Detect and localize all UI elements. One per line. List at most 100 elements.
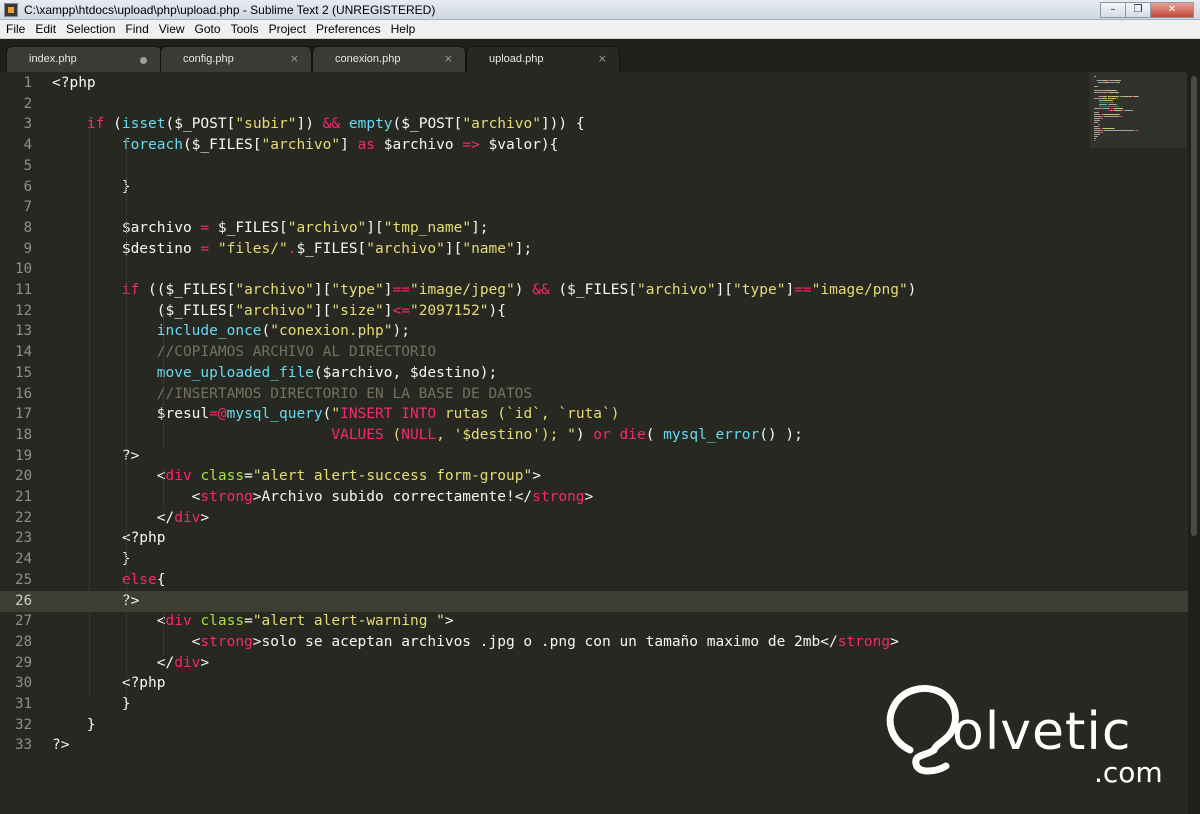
code-token: or bbox=[593, 426, 611, 443]
code-line: include_once("conexion.php"); bbox=[52, 321, 410, 342]
code-token: "image/png" bbox=[811, 282, 908, 298]
menu-tools[interactable]: Tools bbox=[226, 22, 264, 36]
code-token: ] bbox=[785, 282, 795, 298]
minimap-stroke bbox=[1094, 92, 1102, 93]
code-token: >solo se aceptan archivos .jpg o .png co… bbox=[252, 633, 838, 650]
close-button[interactable]: ✕ bbox=[1150, 2, 1194, 18]
code-token: " bbox=[331, 406, 341, 423]
code-token: ][ bbox=[313, 282, 332, 298]
code-token: <= bbox=[392, 302, 410, 319]
code-token: "2097152" bbox=[409, 302, 489, 319]
code-line: $destino = "files/".$_FILES["archivo"]["… bbox=[52, 239, 532, 260]
code-token: "size" bbox=[331, 302, 384, 319]
code-token: ( bbox=[383, 426, 402, 443]
menu-goto[interactable]: Goto bbox=[190, 22, 226, 36]
code-token: move_uploaded_file bbox=[156, 364, 314, 381]
line-number: 3 bbox=[23, 116, 32, 133]
code-line: <strong>Archivo subido correctamente!</s… bbox=[52, 487, 594, 508]
tab-close-icon[interactable]: × bbox=[290, 52, 299, 65]
window-titlebar[interactable]: C:\xampp\htdocs\upload\php\upload.php - … bbox=[0, 0, 1200, 20]
minimap-stroke bbox=[1116, 98, 1118, 99]
tab-conexion-php[interactable]: conexion.php × bbox=[312, 46, 466, 72]
tab-index-php[interactable]: index.php bbox=[6, 46, 162, 72]
minimap-stroke bbox=[1137, 130, 1139, 131]
code-token: "tmp_name" bbox=[383, 219, 472, 236]
code-token: < bbox=[52, 468, 166, 485]
code-token: ] bbox=[383, 302, 393, 319]
code-token: "alert alert-warning " bbox=[252, 613, 445, 630]
code-token: "archivo" bbox=[235, 302, 314, 319]
vertical-scrollbar[interactable] bbox=[1188, 72, 1200, 814]
minimap-stroke bbox=[1094, 116, 1102, 117]
code-token: </ bbox=[52, 509, 175, 526]
current-line-highlight bbox=[0, 590, 1188, 612]
minimap-stroke bbox=[1101, 132, 1103, 133]
minimize-button[interactable]: – bbox=[1100, 2, 1126, 18]
line-number-gutter[interactable]: 1 2 3 4 5 6 7 8 9 10 11 12 13 14 15 16 17 18 19 20 21 22 23 24 2… bbox=[0, 72, 40, 814]
code-token: > bbox=[532, 468, 541, 485]
code-token: <?php bbox=[52, 530, 166, 547]
code-token: "archivo" bbox=[287, 219, 367, 236]
menu-selection[interactable]: Selection bbox=[61, 22, 120, 36]
menu-edit[interactable]: Edit bbox=[30, 22, 61, 36]
code-token: mysql_error bbox=[663, 426, 760, 443]
tab-label: config.php bbox=[183, 53, 234, 65]
code-line: $resul=@mysql_query("INSERT INTO rutas (… bbox=[52, 404, 620, 425]
code-token: => bbox=[462, 137, 480, 154]
line-number: 1 bbox=[23, 75, 32, 91]
code-line: VALUES (NULL, '$destino'); ") or die( my… bbox=[52, 425, 803, 446]
code-token: ( bbox=[645, 426, 664, 443]
line-number: 13 bbox=[15, 323, 32, 340]
minimap-stroke bbox=[1115, 90, 1117, 91]
code-line: } bbox=[52, 694, 131, 715]
tab-close-icon[interactable]: × bbox=[598, 52, 607, 65]
minimap[interactable] bbox=[1090, 72, 1186, 148]
code-token: foreach bbox=[121, 137, 183, 154]
code-token: <?php bbox=[52, 75, 96, 91]
code-line: //INSERTAMOS DIRECTORIO EN LA BASE DE DA… bbox=[52, 384, 532, 405]
menu-preferences[interactable]: Preferences bbox=[311, 22, 386, 36]
line-number: 4 bbox=[23, 137, 32, 154]
tab-config-php[interactable]: config.php × bbox=[160, 46, 312, 72]
code-line: ($_FILES["archivo"]["size"]<="2097152"){ bbox=[52, 301, 506, 322]
line-number: 33 bbox=[15, 737, 32, 754]
tab-upload-php[interactable]: upload.php × bbox=[466, 46, 620, 72]
restore-button[interactable]: ❐ bbox=[1125, 2, 1151, 18]
unsaved-dot-icon[interactable] bbox=[140, 57, 147, 64]
line-number: 14 bbox=[15, 344, 32, 361]
code-token: >Archivo subido correctamente!</ bbox=[252, 489, 533, 505]
minimap-stroke bbox=[1094, 112, 1099, 113]
code-token: $resul bbox=[52, 406, 210, 423]
scrollbar-thumb[interactable] bbox=[1191, 76, 1197, 536]
line-number: 10 bbox=[15, 261, 32, 278]
menu-view[interactable]: View bbox=[154, 22, 190, 36]
minimap-stroke bbox=[1114, 128, 1116, 129]
menu-help[interactable]: Help bbox=[386, 22, 421, 36]
code-token: "files/" bbox=[217, 240, 288, 257]
code-line: } bbox=[52, 177, 131, 198]
code-token: } bbox=[52, 716, 96, 733]
code-token: ]) bbox=[296, 116, 323, 133]
code-token: = bbox=[244, 468, 253, 485]
code-token: $archivo bbox=[375, 137, 463, 154]
code-token: "archivo" bbox=[366, 240, 445, 257]
menu-project[interactable]: Project bbox=[264, 22, 311, 36]
menu-file[interactable]: File bbox=[1, 22, 30, 36]
code-token: as bbox=[357, 137, 376, 154]
line-number: 5 bbox=[23, 157, 32, 174]
minimap-stroke bbox=[1094, 138, 1097, 139]
watermark-word: olvetic bbox=[952, 702, 1132, 762]
tab-close-icon[interactable]: × bbox=[444, 52, 453, 65]
minimap-stroke bbox=[1094, 126, 1099, 127]
code-line: </div> bbox=[52, 508, 209, 529]
code-token: class bbox=[200, 468, 245, 485]
code-line: </div> bbox=[52, 653, 209, 674]
menu-find[interactable]: Find bbox=[120, 22, 153, 36]
indent-guide bbox=[126, 137, 128, 696]
code-token: ][ bbox=[313, 302, 332, 319]
